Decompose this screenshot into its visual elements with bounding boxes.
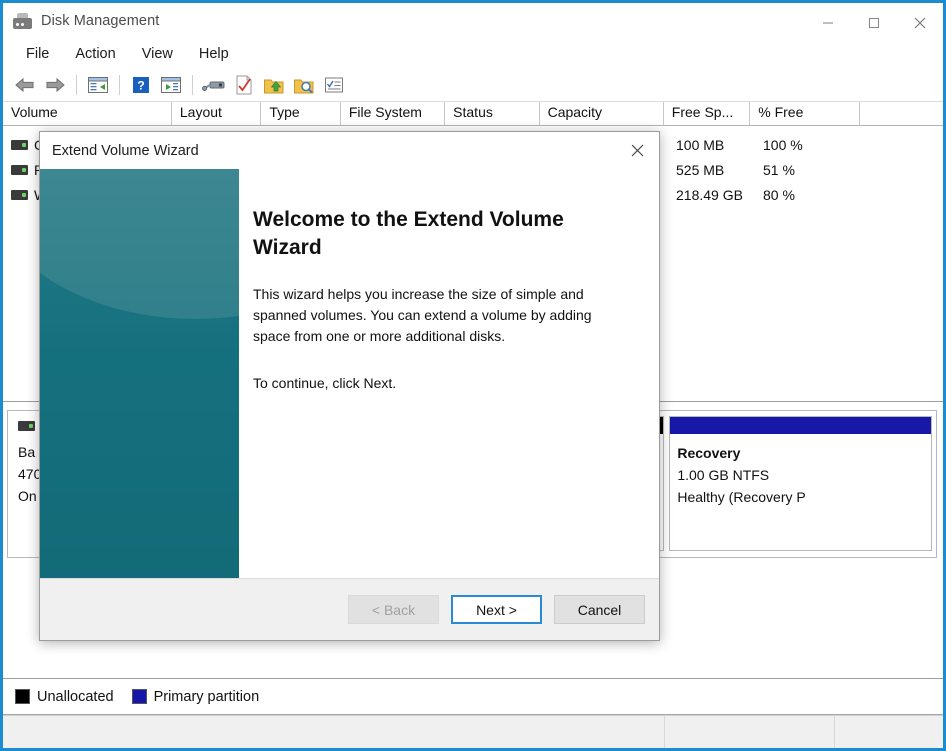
partition-name: Recovery — [677, 445, 741, 461]
dialog-title-bar: Extend Volume Wizard — [40, 132, 659, 169]
search-folder-icon[interactable] — [290, 72, 318, 98]
column-header-status[interactable]: Status — [445, 102, 540, 125]
minimize-icon[interactable] — [805, 3, 851, 42]
menu-bar: File Action View Help — [3, 39, 943, 69]
disk-management-icon — [13, 13, 32, 29]
cell-free-space: 218.49 GB — [676, 186, 743, 203]
partition-size: 1.00 GB NTFS — [677, 467, 770, 483]
column-header-free-space[interactable]: Free Sp... — [664, 102, 751, 125]
cell-free-space: 525 MB — [676, 161, 725, 178]
window-controls — [805, 3, 943, 42]
window-title: Disk Management — [41, 13, 160, 29]
rescan-disks-icon[interactable] — [200, 72, 228, 98]
recovery-partition[interactable]: Recovery 1.00 GB NTFS Healthy (Recovery … — [669, 416, 932, 551]
partition-status: Healthy (Recovery P — [677, 489, 806, 505]
legend: Unallocated Primary partition — [3, 679, 943, 715]
status-bar — [3, 715, 943, 748]
cancel-button[interactable]: Cancel — [554, 595, 645, 624]
menu-item-help[interactable]: Help — [186, 42, 242, 66]
column-header-type[interactable]: Type — [261, 102, 341, 125]
window-title-bar: Disk Management — [3, 0, 943, 39]
cell-percent-free: 51 % — [763, 161, 795, 178]
cell-free-space: 100 MB — [676, 136, 725, 153]
wizard-main-content: Welcome to the Extend Volume Wizard This… — [239, 169, 659, 578]
volume-disk-icon — [11, 189, 28, 200]
status-pane-secondary — [665, 716, 835, 748]
wizard-description: This wizard helps you increase the size … — [253, 286, 592, 344]
wizard-banner-image — [40, 169, 239, 578]
forward-icon[interactable] — [41, 72, 69, 98]
legend-label: Unallocated — [37, 688, 114, 705]
wizard-continue-hint: To continue, click Next. — [253, 375, 397, 391]
unallocated-swatch-icon — [15, 689, 30, 704]
next-button[interactable]: Next > — [451, 595, 542, 624]
status-pane-main — [3, 716, 665, 748]
options-icon[interactable] — [320, 72, 348, 98]
menu-item-action[interactable]: Action — [62, 42, 128, 66]
extend-volume-wizard-dialog: Extend Volume Wizard Welcome to the Exte… — [39, 131, 660, 641]
toolbar-separator — [192, 75, 193, 95]
legend-item-primary-partition: Primary partition — [131, 688, 260, 705]
close-icon[interactable] — [615, 132, 659, 169]
primary-partition-swatch-icon — [131, 689, 147, 704]
maximize-icon[interactable] — [851, 3, 897, 42]
svg-text:?: ? — [137, 79, 144, 93]
column-header-capacity[interactable]: Capacity — [540, 102, 664, 125]
column-header-percent-free[interactable]: % Free — [750, 102, 860, 125]
legend-item-unallocated: Unallocated — [15, 689, 114, 705]
show-hide-action-pane-icon[interactable] — [157, 72, 185, 98]
export-list-icon[interactable] — [260, 72, 288, 98]
legend-label: Primary partition — [153, 688, 260, 705]
dialog-footer: < Back Next > Cancel — [40, 578, 659, 640]
disk-icon — [18, 421, 35, 431]
dialog-content: Welcome to the Extend Volume Wizard This… — [40, 169, 659, 578]
close-icon[interactable] — [897, 3, 943, 42]
toolbar-separator — [119, 75, 120, 95]
back-icon[interactable] — [11, 72, 39, 98]
back-button[interactable]: < Back — [348, 595, 439, 624]
toolbar: ? — [3, 69, 943, 102]
dialog-title: Extend Volume Wizard — [52, 142, 199, 159]
volume-disk-icon — [11, 139, 28, 150]
status-pane-tertiary — [835, 716, 943, 748]
menu-item-view[interactable]: View — [129, 42, 186, 66]
menu-item-file[interactable]: File — [13, 42, 62, 66]
banner-shade-decoration — [40, 169, 239, 578]
column-header-layout[interactable]: Layout — [172, 102, 262, 125]
help-icon[interactable]: ? — [127, 72, 155, 98]
disk-management-window: Disk Management File Action View Help ? … — [0, 0, 946, 751]
properties-icon[interactable] — [230, 72, 258, 98]
column-header-volume[interactable]: Volume — [3, 102, 172, 125]
partition-details: Recovery 1.00 GB NTFS Healthy (Recovery … — [670, 434, 931, 550]
partition-color-bar — [670, 417, 931, 434]
cell-percent-free: 100 % — [763, 136, 803, 153]
cell-percent-free: 80 % — [763, 186, 795, 203]
column-header-file-system[interactable]: File System — [341, 102, 446, 125]
wizard-heading: Welcome to the Extend Volume Wizard — [253, 208, 564, 259]
volume-list-header: Volume Layout Type File System Status Ca… — [3, 102, 943, 126]
toolbar-separator — [76, 75, 77, 95]
title-bar-left: Disk Management — [3, 13, 159, 29]
column-header-blank[interactable] — [860, 102, 943, 125]
show-hide-console-tree-icon[interactable] — [84, 72, 112, 98]
volume-disk-icon — [11, 164, 28, 175]
